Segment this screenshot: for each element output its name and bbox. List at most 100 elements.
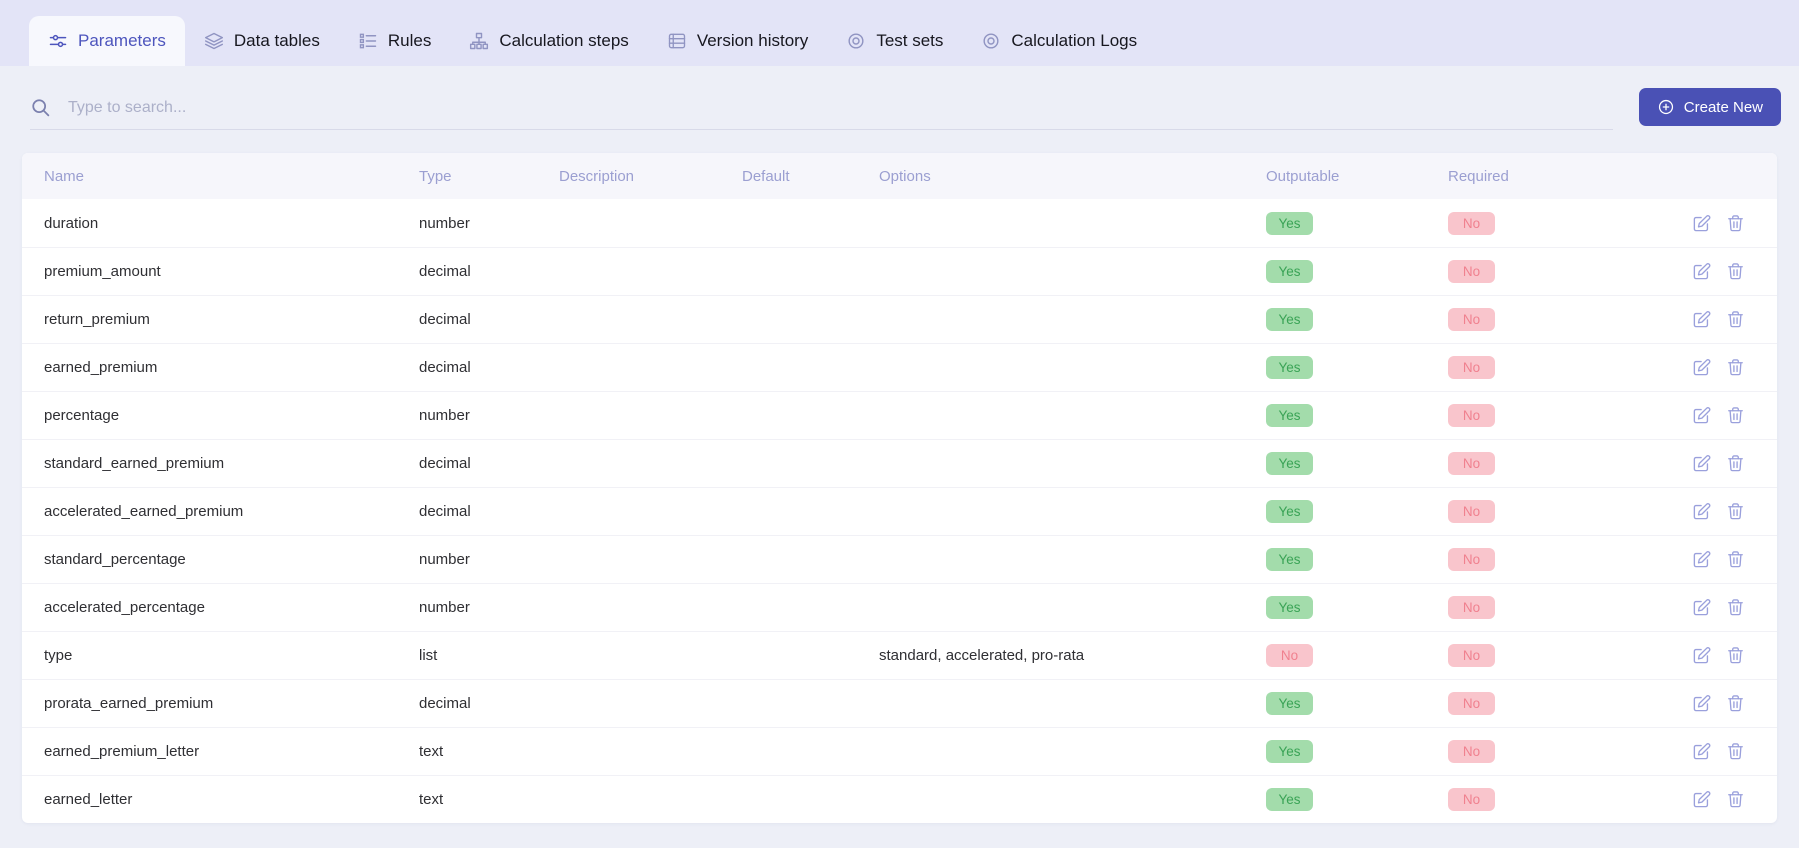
delete-icon[interactable] bbox=[1726, 598, 1745, 617]
param-name: accelerated_percentage bbox=[44, 599, 205, 616]
edit-icon[interactable] bbox=[1692, 646, 1711, 665]
column-header-description: Description bbox=[559, 167, 635, 185]
tab-calculation-logs[interactable]: Calculation Logs bbox=[962, 16, 1156, 66]
delete-icon[interactable] bbox=[1726, 694, 1745, 713]
param-type: decimal bbox=[419, 359, 471, 376]
edit-icon[interactable] bbox=[1692, 694, 1711, 713]
tab-label: Rules bbox=[387, 31, 432, 50]
outputable-badge: Yes bbox=[1266, 356, 1313, 379]
column-header-name: Name bbox=[44, 167, 85, 185]
required-badge: No bbox=[1448, 260, 1495, 283]
param-name: return_premium bbox=[44, 311, 150, 328]
delete-icon[interactable] bbox=[1726, 790, 1745, 809]
delete-icon[interactable] bbox=[1726, 646, 1745, 665]
delete-icon[interactable] bbox=[1726, 262, 1745, 281]
param-type: number bbox=[419, 407, 470, 424]
param-name: standard_earned_premium bbox=[44, 455, 225, 472]
search-input[interactable] bbox=[68, 98, 1613, 117]
param-type: text bbox=[419, 743, 444, 760]
delete-icon[interactable] bbox=[1726, 214, 1745, 233]
edit-icon[interactable] bbox=[1692, 214, 1711, 233]
required-badge: No bbox=[1448, 308, 1495, 331]
param-type: decimal bbox=[419, 503, 471, 520]
edit-icon[interactable] bbox=[1692, 310, 1711, 329]
tab-test-sets[interactable]: Test sets bbox=[827, 16, 962, 66]
edit-icon[interactable] bbox=[1692, 262, 1711, 281]
tab-label: Data tables bbox=[233, 31, 320, 50]
outputable-badge: Yes bbox=[1266, 404, 1313, 427]
required-badge: No bbox=[1448, 356, 1495, 379]
edit-icon[interactable] bbox=[1692, 454, 1711, 473]
table-row: duration number Yes No bbox=[22, 199, 1777, 247]
required-badge: No bbox=[1448, 692, 1495, 715]
tab-data-tables[interactable]: Data tables bbox=[185, 16, 339, 66]
required-badge: No bbox=[1448, 596, 1495, 619]
table-icon bbox=[667, 31, 687, 51]
delete-icon[interactable] bbox=[1726, 550, 1745, 569]
param-type: number bbox=[419, 214, 470, 232]
table-row: premium_amount decimal Yes No bbox=[22, 247, 1777, 295]
delete-icon[interactable] bbox=[1726, 358, 1745, 377]
param-type: number bbox=[419, 551, 470, 568]
edit-icon[interactable] bbox=[1692, 598, 1711, 617]
checklist-icon bbox=[358, 31, 378, 51]
table-row: type list standard, accelerated, pro-rat… bbox=[22, 631, 1777, 679]
create-new-button[interactable]: Create New bbox=[1638, 88, 1781, 126]
param-type: number bbox=[419, 599, 470, 616]
outputable-badge: No bbox=[1266, 644, 1313, 667]
table-row: earned_premium decimal Yes No bbox=[22, 343, 1777, 391]
tab-label: Test sets bbox=[876, 31, 944, 50]
create-new-label: Create New bbox=[1683, 98, 1763, 116]
outputable-badge: Yes bbox=[1266, 740, 1313, 763]
param-name: duration bbox=[44, 214, 99, 232]
required-badge: No bbox=[1448, 644, 1495, 667]
outputable-badge: Yes bbox=[1266, 500, 1313, 523]
sliders-icon bbox=[48, 31, 68, 51]
table-body: duration number Yes No premium_amount de… bbox=[22, 199, 1777, 823]
required-badge: No bbox=[1448, 548, 1495, 571]
param-name: prorata_earned_premium bbox=[44, 695, 214, 712]
layers-icon bbox=[204, 31, 224, 51]
edit-icon[interactable] bbox=[1692, 550, 1711, 569]
outputable-badge: Yes bbox=[1266, 452, 1313, 475]
table-row: earned_premium_letter text Yes No bbox=[22, 727, 1777, 775]
tab-version-history[interactable]: Version history bbox=[648, 16, 828, 66]
delete-icon[interactable] bbox=[1726, 310, 1745, 329]
column-header-default: Default bbox=[742, 167, 790, 185]
table-row: accelerated_percentage number Yes No bbox=[22, 583, 1777, 631]
table-header-row: Name Type Description Default Options Ou… bbox=[22, 153, 1777, 199]
required-badge: No bbox=[1448, 452, 1495, 475]
required-badge: No bbox=[1448, 211, 1495, 235]
delete-icon[interactable] bbox=[1726, 742, 1745, 761]
target-icon bbox=[981, 31, 1001, 51]
edit-icon[interactable] bbox=[1692, 406, 1711, 425]
tab-bar: Parameters Data tables Rules Calculation… bbox=[0, 0, 1799, 66]
edit-icon[interactable] bbox=[1692, 358, 1711, 377]
search-box bbox=[30, 86, 1613, 130]
table-row: accelerated_earned_premium decimal Yes N… bbox=[22, 487, 1777, 535]
tab-calculation-steps[interactable]: Calculation steps bbox=[450, 16, 647, 66]
param-type: decimal bbox=[419, 263, 471, 280]
delete-icon[interactable] bbox=[1726, 502, 1745, 521]
tab-rules[interactable]: Rules bbox=[339, 16, 450, 66]
search-row: Create New bbox=[0, 66, 1799, 140]
outputable-badge: Yes bbox=[1266, 260, 1313, 283]
table-row: earned_letter text Yes No bbox=[22, 775, 1777, 823]
param-type: decimal bbox=[419, 455, 471, 472]
param-name: earned_premium_letter bbox=[44, 743, 200, 760]
delete-icon[interactable] bbox=[1726, 406, 1745, 425]
delete-icon[interactable] bbox=[1726, 454, 1745, 473]
outputable-badge: Yes bbox=[1266, 548, 1313, 571]
table-row: prorata_earned_premium decimal Yes No bbox=[22, 679, 1777, 727]
param-type: list bbox=[419, 647, 438, 664]
table-row: standard_earned_premium decimal Yes No bbox=[22, 439, 1777, 487]
param-name: standard_percentage bbox=[44, 551, 186, 568]
edit-icon[interactable] bbox=[1692, 790, 1711, 809]
required-badge: No bbox=[1448, 500, 1495, 523]
search-icon bbox=[30, 97, 51, 118]
edit-icon[interactable] bbox=[1692, 742, 1711, 761]
outputable-badge: Yes bbox=[1266, 788, 1313, 811]
tab-label: Calculation steps bbox=[499, 31, 629, 50]
edit-icon[interactable] bbox=[1692, 502, 1711, 521]
tab-parameters[interactable]: Parameters bbox=[29, 16, 185, 66]
